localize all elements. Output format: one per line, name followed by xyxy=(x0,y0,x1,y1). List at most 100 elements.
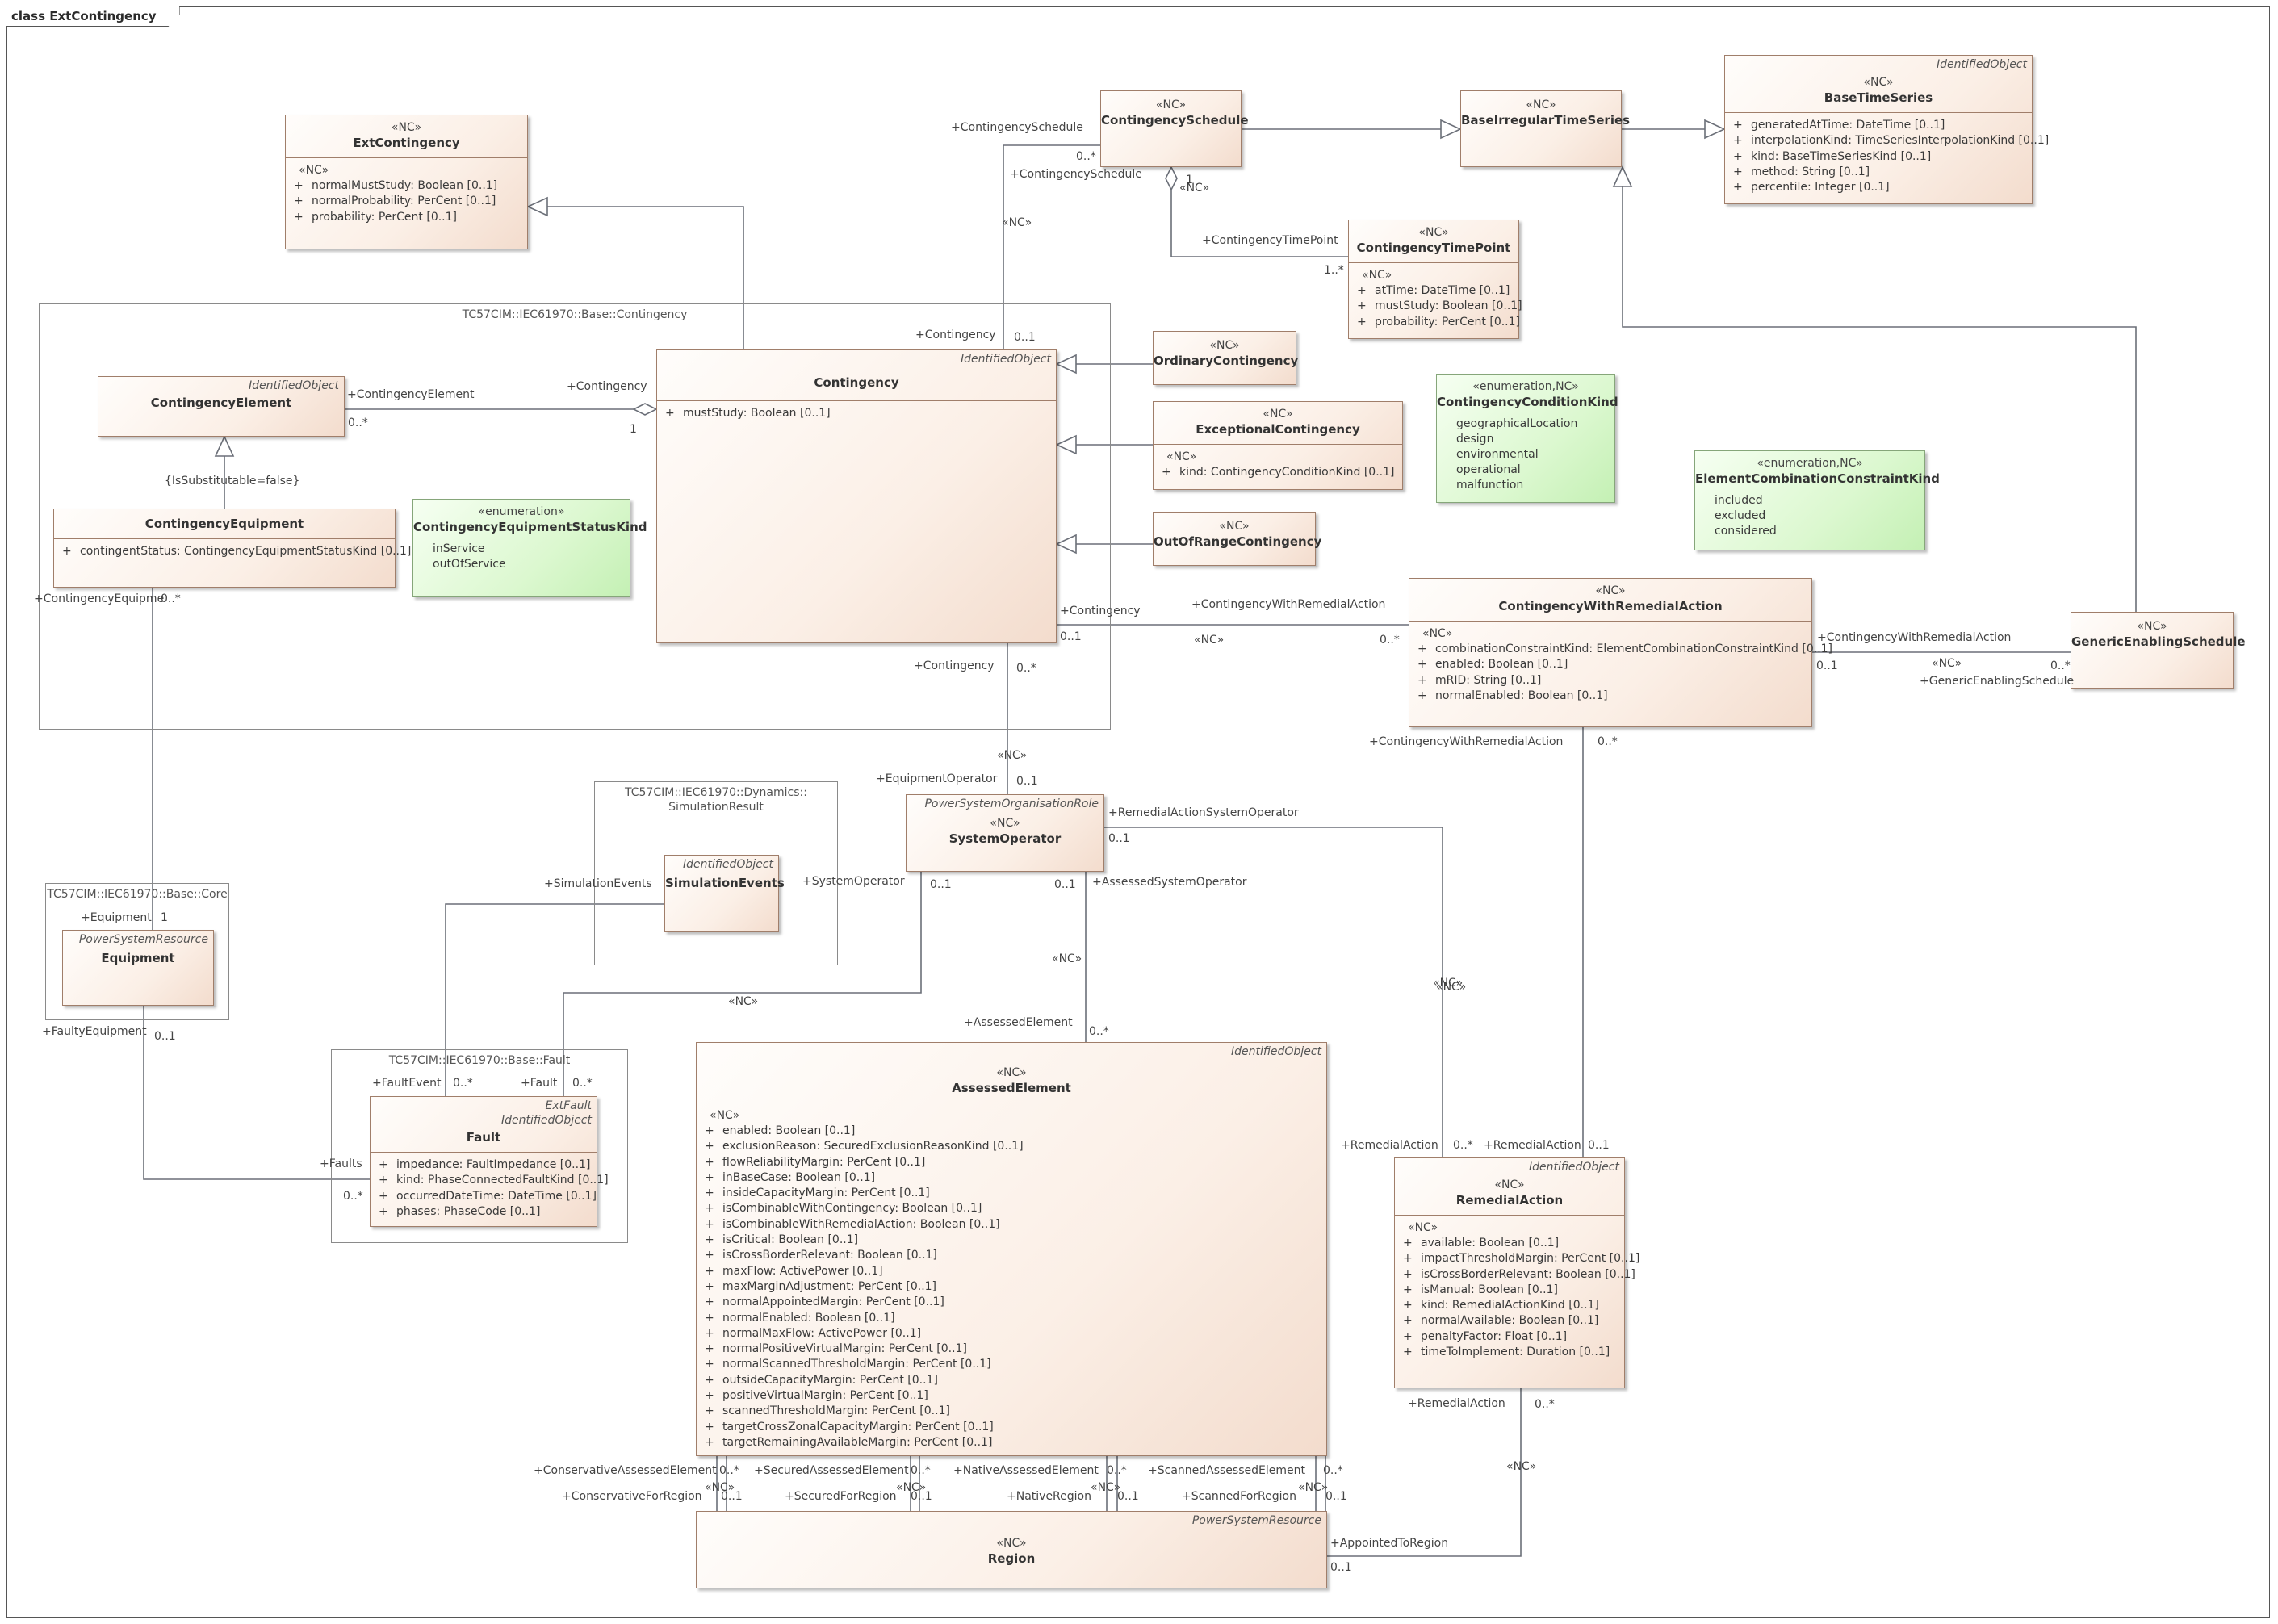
class-generic-enabling-schedule[interactable]: «NC» GenericEnablingSchedule xyxy=(2071,612,2246,689)
association-label: +SystemOperator xyxy=(802,875,905,888)
class-exceptional-contingency[interactable]: «NC» ExceptionalContingency «NC» + kind: C… xyxy=(1153,401,1403,490)
association-label: {IsSubstitutable=false} xyxy=(165,475,300,488)
association-label: +ContingencyElement xyxy=(347,388,475,401)
association-label: +ScannedForRegion xyxy=(1182,1490,1296,1503)
attribute: + maxFlow: ActivePower [0..1] xyxy=(705,1264,883,1278)
association-label: 0..1 xyxy=(1108,832,1130,845)
attribute: + normalPositiveVirtualMargin: PerCent [0… xyxy=(705,1342,967,1356)
attribute: + isCrossBorderRelevant: Boolean [0..1] xyxy=(705,1249,937,1262)
association-label: +Faults xyxy=(320,1157,362,1170)
class-contingency-with-remedial-action[interactable]: «NC» ContingencyWithRemedialAction «NC» +… xyxy=(1409,578,1832,727)
association-label: +ContingencyWithRemedialAction xyxy=(1817,631,2012,644)
attribute: + inBaseCase: Boolean [0..1] xyxy=(705,1170,876,1184)
association-label: 0..* xyxy=(1598,735,1618,748)
attribute: + normalMaxFlow: ActivePower [0..1] xyxy=(705,1326,922,1340)
association-label: «NC» xyxy=(1179,182,1210,195)
association-label: 0..* xyxy=(1016,662,1036,675)
association-label: +ContingencyWithRemedialAction xyxy=(1369,735,1564,748)
attribute: + timeToImplement: Duration [0..1] xyxy=(1403,1346,1610,1359)
association-label: 0..* xyxy=(1453,1139,1473,1152)
attribute: + normalAppointedMargin: PerCent [0..1] xyxy=(705,1295,944,1309)
class-contingency-element[interactable]: IdentifiedObject ContingencyElement xyxy=(98,376,345,437)
association-label: «NC» xyxy=(1052,952,1082,965)
class-remedial-action[interactable]: IdentifiedObject «NC» RemedialAction «NC»… xyxy=(1394,1157,1640,1388)
attribute: + impactThresholdMargin: PerCent [0..1] xyxy=(1403,1252,1640,1266)
association-label: 1..* xyxy=(1324,264,1344,277)
association-label: +ContingencyTimePoint xyxy=(1202,234,1338,247)
attribute: + outsideCapacityMargin: PerCent [0..1] xyxy=(705,1373,938,1387)
association-label: «NC» xyxy=(1932,657,1962,670)
enum-element-combination-constraint-kind[interactable]: «enumeration,NC» ElementCombinationConstr… xyxy=(1694,450,1940,550)
association-label: +RemedialAction xyxy=(1341,1139,1438,1152)
association-label: +ContingencyWithRemedialAction xyxy=(1191,598,1386,611)
class-base-time-series[interactable]: IdentifiedObject «NC» BaseTimeSeries + gen… xyxy=(1724,55,2049,204)
class-contingency-equipment[interactable]: ContingencyEquipment + contingentStatus: … xyxy=(53,509,411,588)
association-label: 0..1 xyxy=(1014,331,1036,344)
attribute: + maxMarginAdjustment: PerCent [0..1] xyxy=(705,1279,937,1293)
association-label: 0..1 xyxy=(1325,1490,1347,1503)
association-label: 0..* xyxy=(161,592,181,605)
enum-contingency-equipment-status-kind[interactable]: «enumeration» ContingencyEquipmentStatusK… xyxy=(412,499,647,597)
association-label: 0..* xyxy=(453,1077,473,1090)
attribute: + isManual: Boolean [0..1] xyxy=(1403,1283,1559,1296)
association-line xyxy=(1327,1388,1522,1557)
association-label: +AppointedToRegion xyxy=(1330,1537,1449,1550)
association-label: «NC» xyxy=(997,749,1028,762)
association-label: 0..* xyxy=(348,416,368,429)
class-contingency-time-point[interactable]: «NC» ContingencyTimePoint «NC» + atTime: D… xyxy=(1348,220,1522,339)
attribute: + insideCapacityMargin: PerCent [0..1] xyxy=(705,1187,930,1200)
attribute: + enabled: Boolean [0..1] xyxy=(705,1124,856,1137)
association-label: +Contingency xyxy=(914,659,995,672)
association-label: +Fault xyxy=(521,1077,558,1090)
association-label: 0..1 xyxy=(1016,775,1038,788)
generalization-arrow xyxy=(526,196,548,217)
class-contingency[interactable]: IdentifiedObject Contingency + mustStudy:… xyxy=(656,349,1057,643)
association-label: +ContingencyEquipme xyxy=(34,592,165,605)
attribute: + exclusionReason: SecuredExclusionReason… xyxy=(705,1140,1024,1153)
class-simulation-events[interactable]: IdentifiedObject SimulationEvents xyxy=(664,855,785,932)
class-region[interactable]: PowerSystemResource «NC» Region xyxy=(696,1511,1327,1588)
class-contingency-schedule[interactable]: «NC» ContingencySchedule xyxy=(1100,90,1249,167)
association-label: 0..* xyxy=(1535,1398,1555,1411)
association-label: 0..1 xyxy=(930,878,952,891)
class-equipment[interactable]: PowerSystemResource Equipment xyxy=(62,930,214,1006)
attribute: + isCombinableWithRemedialAction: Boolean… xyxy=(705,1217,1000,1231)
generalization-arrow xyxy=(1704,119,1726,140)
association-label: +SecuredAssessedElement xyxy=(754,1464,909,1477)
attribute: + normalScannedThresholdMargin: PerCent [… xyxy=(705,1358,991,1371)
class-assessed-element[interactable]: IdentifiedObject «NC» AssessedElement «NC… xyxy=(696,1042,1327,1456)
association-label: +ConservativeForRegion xyxy=(562,1490,702,1503)
class-ext-contingency[interactable]: «NC» ExtContingency «NC» + normalMustStudy… xyxy=(285,115,528,249)
association-label: «NC» xyxy=(728,995,759,1008)
association-label: +ContingencySchedule xyxy=(1010,168,1142,181)
association-label: 0..* xyxy=(719,1464,739,1477)
association-label: 0..* xyxy=(1380,634,1400,647)
generalization-arrow xyxy=(1440,119,1462,140)
class-system-operator[interactable]: PowerSystemOrganisationRole «NC» SystemO… xyxy=(906,794,1104,872)
attribute: + available: Boolean [0..1] xyxy=(1403,1237,1560,1249)
attribute: + normalEnabled: Boolean [0..1] xyxy=(705,1311,895,1325)
class-ordinary-contingency[interactable]: «NC» OrdinaryContingency xyxy=(1153,331,1298,385)
attribute: + isCombinableWithContingency: Boolean [0… xyxy=(705,1202,982,1216)
class-out-of-range-contingency[interactable]: «NC» OutOfRangeContingency xyxy=(1153,512,1321,566)
association-label: 0..* xyxy=(1107,1464,1127,1477)
association-label: +Contingency xyxy=(915,329,996,341)
association-label: 0..* xyxy=(572,1077,593,1090)
association-label: +SecuredForRegion xyxy=(785,1490,897,1503)
association-label: +EquipmentOperator xyxy=(876,772,998,785)
enum-contingency-condition-kind[interactable]: «enumeration,NC» ContingencyConditionKind… xyxy=(1436,374,1618,503)
association-label: «NC» xyxy=(1002,216,1032,229)
association-label: +SimulationEvents xyxy=(544,877,652,890)
class-fault[interactable]: ExtFault IdentifiedObject Fault + impedan… xyxy=(370,1096,609,1227)
attribute: + isCritical: Boolean [0..1] xyxy=(705,1233,859,1247)
association-label: +NativeRegion xyxy=(1007,1490,1091,1503)
association-label: +FaultyEquipment xyxy=(42,1025,147,1038)
association-label: +Equipment xyxy=(81,911,152,924)
association-label: 0..* xyxy=(911,1464,931,1477)
class-base-irregular-time-series[interactable]: «NC» BaseIrregularTimeSeries xyxy=(1460,90,1630,167)
attribute: + flowReliabilityMargin: PerCent [0..1] xyxy=(705,1155,926,1169)
association-label: «NC» xyxy=(1091,1481,1121,1494)
association-label: +AssessedElement xyxy=(964,1016,1073,1029)
association-label: +RemedialAction xyxy=(1484,1139,1581,1152)
association-label: 0..* xyxy=(1076,150,1096,163)
